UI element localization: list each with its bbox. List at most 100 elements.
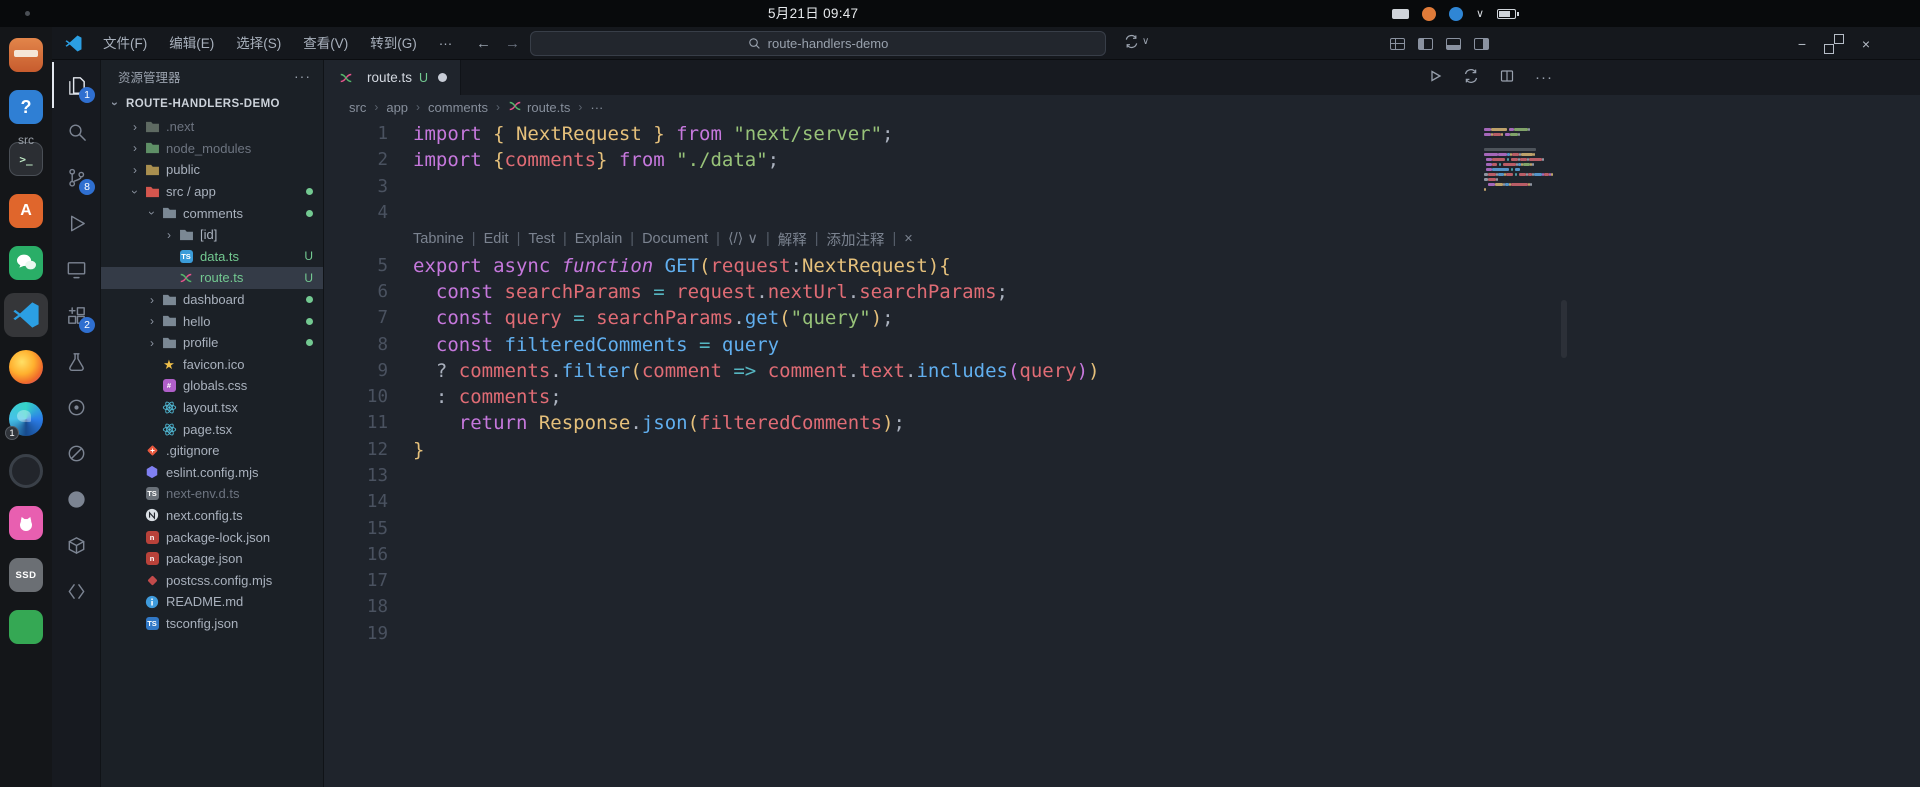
code-line[interactable]: 9 ? comments.filter(comment => comment.t… bbox=[324, 358, 1920, 384]
tree-item-comments[interactable]: › comments bbox=[101, 202, 323, 224]
menu-item-0[interactable]: 文件(F) bbox=[92, 27, 158, 60]
tree-item-favicon-ico[interactable]: ★ favicon.ico bbox=[101, 354, 323, 376]
sync-icon[interactable] bbox=[1463, 68, 1479, 88]
help-app[interactable]: ? bbox=[8, 89, 44, 125]
split-editor-button[interactable] bbox=[1499, 68, 1515, 88]
chevron-down-icon[interactable]: ∨ bbox=[1476, 7, 1484, 20]
close-button[interactable]: × bbox=[1858, 36, 1874, 52]
breadcrumb-item-4[interactable]: ··· bbox=[590, 100, 603, 115]
code-line[interactable]: 2 import {comments} from "./data"; bbox=[324, 147, 1920, 173]
tree-item-node-modules[interactable]: › node_modules bbox=[101, 138, 323, 160]
app-center[interactable]: A bbox=[8, 193, 44, 229]
menu-item-3[interactable]: 查看(V) bbox=[292, 27, 359, 60]
activity-extension-a[interactable] bbox=[52, 384, 100, 430]
ssd-disk[interactable]: SSD bbox=[8, 557, 44, 593]
cat-app[interactable] bbox=[8, 505, 44, 541]
activity-github[interactable] bbox=[52, 476, 100, 522]
tree-item-next-config-ts[interactable]: next.config.ts bbox=[101, 505, 323, 527]
dark-app[interactable] bbox=[8, 453, 44, 489]
tree-item-next-env-d-ts[interactable]: TS next-env.d.ts bbox=[101, 483, 323, 505]
code-line[interactable]: 8 const filteredComments = query bbox=[324, 331, 1920, 357]
run-file-button[interactable] bbox=[1427, 68, 1443, 88]
code-line[interactable]: 18 bbox=[324, 594, 1920, 620]
menu-item-1[interactable]: 编辑(E) bbox=[158, 27, 225, 60]
input-indicator-orange[interactable] bbox=[1422, 6, 1436, 21]
keyboard-icon[interactable] bbox=[1392, 8, 1409, 19]
codelens-4[interactable]: Document bbox=[642, 231, 708, 247]
files-app[interactable] bbox=[8, 37, 44, 73]
tree-item-hello[interactable]: › hello bbox=[101, 310, 323, 332]
code-line[interactable]: 1 import { NextRequest } from "next/serve… bbox=[324, 121, 1920, 147]
tree-item-tsconfig-json[interactable]: TS tsconfig.json bbox=[101, 613, 323, 635]
tree-item-page-tsx[interactable]: page.tsx bbox=[101, 418, 323, 440]
activity-extension-b[interactable] bbox=[52, 430, 100, 476]
activity-extensions[interactable]: 2 bbox=[52, 292, 100, 338]
system-clock[interactable]: 5月21日 09:47 bbox=[768, 0, 858, 27]
menu-item-4[interactable]: 转到(G) bbox=[359, 27, 428, 60]
wechat-app[interactable] bbox=[8, 245, 44, 281]
codelens-6[interactable]: 解释 bbox=[778, 229, 807, 250]
code-line[interactable]: 15 bbox=[324, 515, 1920, 541]
activity-explorer[interactable]: 1 bbox=[52, 62, 100, 108]
codelens-5[interactable]: ⟨/⟩ ∨ bbox=[728, 231, 758, 247]
sync-status-icon[interactable]: ∨ bbox=[1124, 34, 1149, 49]
code-line[interactable]: 11 return Response.json(filteredComments… bbox=[324, 410, 1920, 436]
tree-item-data-ts[interactable]: TS data.ts U bbox=[101, 246, 323, 268]
vscode-app[interactable] bbox=[4, 293, 48, 337]
minimap[interactable] bbox=[1484, 127, 1564, 227]
menu-item-2[interactable]: 选择(S) bbox=[225, 27, 292, 60]
breadcrumb-item-2[interactable]: comments bbox=[428, 100, 488, 115]
project-root-header[interactable]: › ROUTE-HANDLERS-DEMO bbox=[101, 92, 323, 116]
toggle-sidebar-icon[interactable] bbox=[1418, 37, 1433, 50]
activity-testing[interactable] bbox=[52, 338, 100, 384]
battery-icon[interactable] bbox=[1497, 8, 1520, 19]
code-line[interactable]: 16 bbox=[324, 542, 1920, 568]
menu-item-5[interactable]: ··· bbox=[428, 27, 464, 60]
tree-item-profile[interactable]: › profile bbox=[101, 332, 323, 354]
green-app[interactable] bbox=[8, 609, 44, 645]
activity-remote-explorer[interactable] bbox=[52, 246, 100, 292]
explorer-more-actions[interactable]: ··· bbox=[294, 68, 311, 84]
codelens-1[interactable]: Edit bbox=[484, 231, 509, 247]
activity-package-explorer[interactable] bbox=[52, 522, 100, 568]
codelens-0[interactable]: Tabnine bbox=[413, 231, 464, 247]
tree-item--id-[interactable]: › [id] bbox=[101, 224, 323, 246]
code-line[interactable]: 17 bbox=[324, 568, 1920, 594]
code-line[interactable]: 6 const searchParams = request.nextUrl.s… bbox=[324, 279, 1920, 305]
customize-layout-icon[interactable] bbox=[1390, 37, 1405, 50]
firefox-app[interactable] bbox=[8, 349, 44, 385]
toggle-panel-icon[interactable] bbox=[1446, 37, 1461, 50]
breadcrumb-item-1[interactable]: app bbox=[386, 100, 408, 115]
activity-search[interactable] bbox=[52, 108, 100, 154]
tree-item-postcss-config-mjs[interactable]: postcss.config.mjs bbox=[101, 569, 323, 591]
tab-modified-dot[interactable] bbox=[438, 73, 448, 82]
tree-item-globals-css[interactable]: # globals.css bbox=[101, 375, 323, 397]
codelens-3[interactable]: Explain bbox=[575, 231, 623, 247]
codelens-7[interactable]: 添加注释 bbox=[827, 229, 885, 250]
code-line[interactable]: 12} bbox=[324, 437, 1920, 463]
tab-route-ts[interactable]: route.ts U bbox=[324, 60, 462, 95]
minimize-button[interactable]: − bbox=[1794, 36, 1810, 52]
tree-item-README-md[interactable]: README.md bbox=[101, 591, 323, 613]
breadcrumb-item-3[interactable]: route.ts bbox=[508, 99, 570, 116]
codelens-8[interactable]: × bbox=[904, 231, 912, 247]
code-line[interactable]: 5 export async function GET(request:NextR… bbox=[324, 252, 1920, 278]
tree-item--gitignore[interactable]: .gitignore bbox=[101, 440, 323, 462]
tree-item-package-lock-json[interactable]: n package-lock.json bbox=[101, 526, 323, 548]
tree-item-route-ts[interactable]: route.ts U bbox=[101, 267, 323, 289]
activity-source-control[interactable]: 8 bbox=[52, 154, 100, 200]
tree-item-src-app[interactable]: › src / app bbox=[101, 181, 323, 203]
code-line[interactable]: 7 const query = searchParams.get("query"… bbox=[324, 305, 1920, 331]
command-center-search[interactable]: route-handlers-demo bbox=[530, 31, 1106, 56]
nav-forward-button[interactable]: → bbox=[505, 35, 520, 52]
activity-run-and-debug[interactable] bbox=[52, 200, 100, 246]
tree-item--next[interactable]: › .next bbox=[101, 116, 323, 138]
edge-app[interactable]: 1 bbox=[5, 401, 44, 440]
tree-item-dashboard[interactable]: › dashboard bbox=[101, 289, 323, 311]
nav-back-button[interactable]: ← bbox=[476, 35, 491, 52]
app-indicator-blue[interactable] bbox=[1449, 6, 1463, 21]
code-line[interactable]: 3 bbox=[324, 174, 1920, 200]
code-editor[interactable]: 1 import { NextRequest } from "next/serve… bbox=[324, 119, 1920, 787]
codelens-2[interactable]: Test bbox=[528, 231, 555, 247]
scrollbar[interactable] bbox=[1561, 300, 1567, 358]
